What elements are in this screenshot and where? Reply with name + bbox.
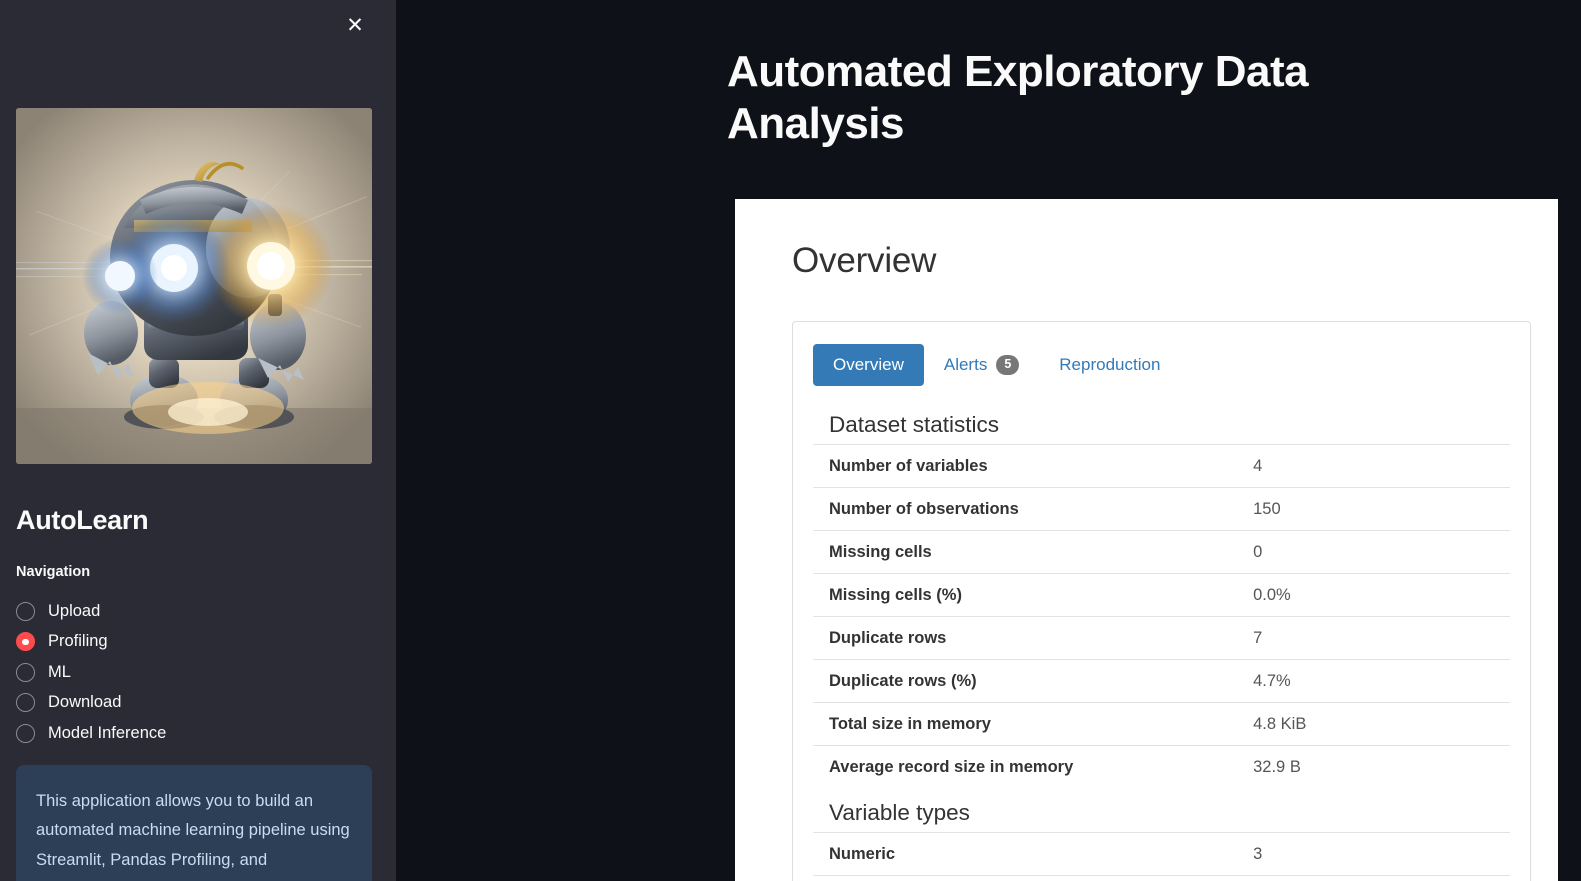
- tab-label: Alerts: [943, 355, 988, 374]
- stat-value: 3: [1253, 844, 1263, 863]
- sidebar: ✕ AutoLearn Navigation Upload Profiling …: [0, 0, 396, 881]
- stat-label: Average record size in memory: [829, 757, 1074, 776]
- nav-item-download[interactable]: Download: [16, 688, 356, 719]
- radio-selected-icon: [16, 632, 35, 652]
- tab-alerts[interactable]: Alerts 5: [924, 344, 1039, 386]
- stat-label: Categorical: [813, 876, 1245, 881]
- nav-item-profiling[interactable]: Profiling: [16, 627, 356, 658]
- stat-value: 0.0%: [1253, 585, 1291, 604]
- stat-label: Duplicate rows: [829, 628, 947, 647]
- table-row: Missing cells 0: [813, 530, 1510, 574]
- nav-item-label: Profiling: [48, 632, 108, 651]
- radio-icon: [16, 723, 35, 743]
- radio-icon: [16, 662, 35, 682]
- close-icon[interactable]: ✕: [339, 9, 371, 41]
- brand-title: AutoLearn: [16, 505, 149, 535]
- nav-item-ml[interactable]: ML: [16, 657, 356, 688]
- table-row: Number of variables 4: [813, 444, 1510, 488]
- stat-label: Total size in memory: [829, 714, 991, 733]
- stat-value: 1: [1245, 876, 1510, 881]
- stat-label: Number of observations: [829, 499, 1019, 518]
- variable-types-table: Numeric 3 Categorical 1: [813, 832, 1510, 881]
- stat-label: Missing cells (%): [829, 585, 962, 604]
- report-heading: Overview: [792, 241, 937, 280]
- table-row: Average record size in memory 32.9 B: [813, 745, 1510, 789]
- radio-icon: [16, 601, 35, 621]
- alerts-badge: 5: [996, 355, 1020, 375]
- stat-value: 7: [1253, 628, 1263, 647]
- robot-mascot-image: [16, 108, 372, 464]
- stat-value: 32.9 B: [1253, 757, 1301, 776]
- info-box: This application allows you to build an …: [16, 765, 372, 881]
- main-content: Automated Exploratory Data Analysis Over…: [396, 0, 1581, 881]
- page-title: Automated Exploratory Data Analysis: [727, 47, 1309, 148]
- table-row: Number of observations 150: [813, 487, 1510, 531]
- stat-value: 150: [1253, 499, 1281, 518]
- application-window: ✕ AutoLearn Navigation Upload Profiling …: [0, 0, 1581, 881]
- tab-label: Overview: [833, 355, 904, 374]
- variable-types-title: Variable types: [829, 800, 970, 825]
- stat-label: Number of variables: [829, 456, 988, 475]
- nav-item-label: Download: [48, 693, 122, 712]
- table-row: Total size in memory 4.8 KiB: [813, 702, 1510, 746]
- navigation-label: Navigation: [16, 564, 91, 580]
- nav-item-upload[interactable]: Upload: [16, 596, 356, 627]
- stat-label: Missing cells: [829, 542, 932, 561]
- table-row: Categorical 1: [813, 875, 1510, 881]
- stat-value: 4.7%: [1253, 671, 1291, 690]
- stat-value: 0: [1253, 542, 1263, 561]
- tab-reproduction[interactable]: Reproduction: [1039, 344, 1180, 386]
- nav-item-label: Upload: [48, 601, 101, 620]
- report-tab-card: Overview Alerts 5 Reproduction Dataset s…: [792, 321, 1531, 881]
- nav-item-label: Model Inference: [48, 723, 167, 742]
- report-tabs: Overview Alerts 5 Reproduction: [813, 344, 1510, 386]
- dataset-statistics-table: Number of variables 4 Number of observat…: [813, 444, 1510, 788]
- table-row: Duplicate rows 7: [813, 616, 1510, 660]
- stat-label: Duplicate rows (%): [829, 671, 977, 690]
- stat-value: 4: [1253, 456, 1263, 475]
- tab-label: Reproduction: [1059, 355, 1161, 374]
- stat-label: Numeric: [829, 844, 896, 863]
- nav-item-model-inference[interactable]: Model Inference: [16, 718, 356, 749]
- profiling-report-panel: Overview Overview Alerts 5 Reproduction: [735, 199, 1558, 881]
- dataset-statistics-title: Dataset statistics: [829, 412, 1000, 437]
- nav-item-label: ML: [48, 662, 71, 681]
- radio-icon: [16, 693, 35, 713]
- stat-value: 4.8 KiB: [1253, 714, 1307, 733]
- info-box-text: This application allows you to build an …: [36, 792, 350, 869]
- table-row: Missing cells (%) 0.0%: [813, 573, 1510, 617]
- table-row: Duplicate rows (%) 4.7%: [813, 659, 1510, 703]
- navigation-radio-group: Upload Profiling ML Download Model Infer…: [16, 596, 356, 749]
- tab-overview[interactable]: Overview: [813, 344, 924, 386]
- table-row: Numeric 3: [813, 832, 1510, 876]
